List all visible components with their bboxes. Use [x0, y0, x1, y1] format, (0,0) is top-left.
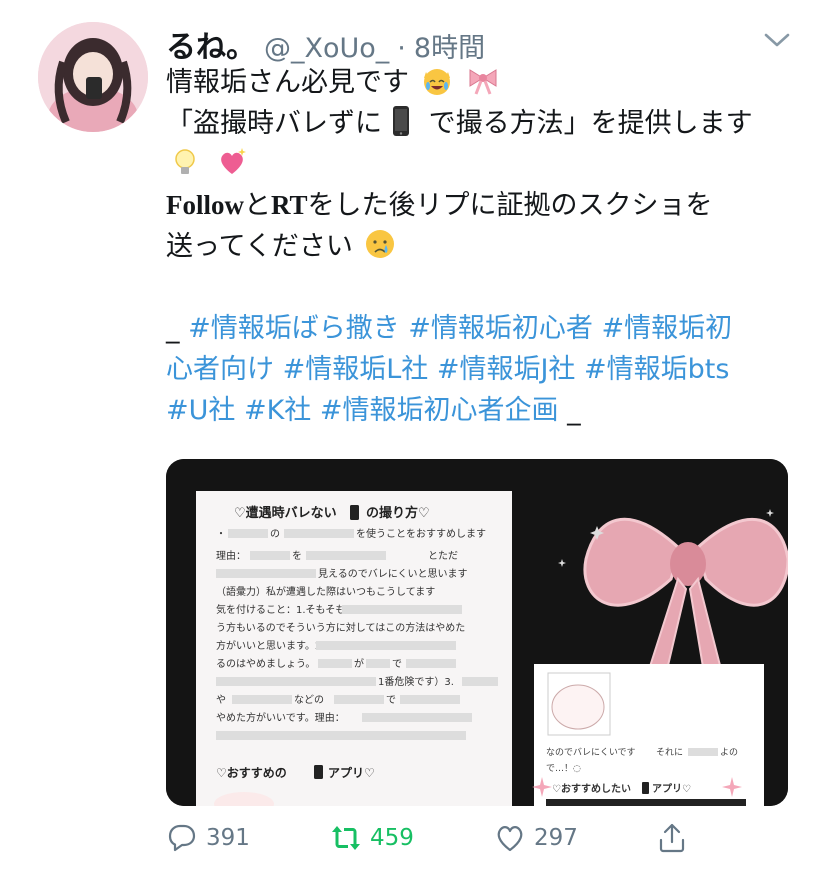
- crying-face-emoji-icon: [364, 228, 396, 260]
- svg-text:気を付けること：1.そもそも: 気を付けること：1.そもそも: [216, 603, 345, 616]
- reply-count: 391: [206, 825, 250, 851]
- text-line-3: [166, 144, 806, 185]
- svg-text:やめた方がいいです。理由：: やめた方がいいです。理由：: [216, 711, 345, 724]
- svg-text:う方もいるのでそういう方に対してはこの方法はやめた: う方もいるのでそういう方に対してはこの方法はやめた: [216, 621, 465, 634]
- tweet-text: 情報垢さん必見です 「盗撮時バレずに で撮る方法」を提供します FollowとR…: [166, 62, 806, 431]
- ribbon-emoji-icon: [467, 64, 499, 96]
- timestamp[interactable]: 8時間: [414, 26, 485, 65]
- svg-text:（語彙力）私が遭遇した際はいつもこうしてます: （語彙力）私が遭遇した際はいつもこうしてます: [216, 585, 435, 598]
- separator-dot: ·: [397, 33, 406, 64]
- svg-text:♡おすすめしたい: ♡おすすめしたい: [552, 783, 631, 795]
- svg-text:が: が: [354, 657, 364, 670]
- svg-text:の: の: [270, 529, 280, 540]
- reply-icon: [168, 824, 196, 852]
- retweet-count: 459: [370, 825, 414, 851]
- svg-text:アプリ♡: アプリ♡: [328, 765, 375, 780]
- text-line-4: FollowとRTをした後リプに証拠のスクショを: [166, 190, 713, 221]
- svg-text:とただ: とただ: [428, 550, 458, 562]
- reply-button[interactable]: 391: [166, 822, 250, 854]
- sparkling-heart-emoji-icon: [216, 146, 248, 178]
- svg-text:や: や: [216, 694, 226, 706]
- tweet-actions: 391 459 297: [166, 822, 806, 860]
- crying-laughing-cat-emoji-icon: [421, 64, 453, 96]
- svg-text:・: ・: [216, 529, 226, 540]
- svg-text:なのでバレにくいです: なのでバレにくいです: [546, 747, 636, 758]
- hashtag-line-3[interactable]: #U社 #K社 #情報垢初心者企画 _: [166, 390, 806, 431]
- avatar-image: [38, 22, 148, 132]
- hashtag-line-1[interactable]: _ #情報垢ばら撒き #情報垢初心者 #情報垢初: [166, 308, 806, 349]
- svg-text:を: を: [292, 550, 302, 562]
- hashtag-line-2[interactable]: 心者向け #情報垢L社 #情報垢J社 #情報垢bts: [166, 349, 806, 390]
- text-line-2: 「盗撮時バレずに で撮る方法」を提供します: [166, 103, 806, 144]
- svg-text:るのはやめましょう。: るのはやめましょう。: [216, 658, 315, 670]
- share-button[interactable]: [656, 822, 688, 854]
- doc-title: ♡遭遇時バレない: [234, 505, 337, 521]
- like-button[interactable]: 297: [494, 822, 578, 854]
- avatar[interactable]: [38, 22, 148, 132]
- text-line-1: 情報垢さん必見です: [166, 62, 806, 103]
- svg-text:よの: よの: [720, 747, 738, 758]
- svg-text:理由：: 理由：: [216, 549, 246, 562]
- retweet-icon: [332, 826, 360, 850]
- svg-text:アプリ♡: アプリ♡: [652, 782, 691, 795]
- caret-down-icon[interactable]: [762, 28, 792, 52]
- mobile-phone-emoji-icon: [385, 105, 417, 137]
- svg-text:見えるのでバレにくいと思います: 見えるのでバレにくいと思います: [318, 568, 468, 580]
- share-icon: [659, 823, 685, 853]
- svg-text:などの: などの: [294, 694, 324, 706]
- svg-text:で: で: [392, 659, 402, 670]
- svg-text:で…！◌: で…！◌: [546, 763, 581, 774]
- light-bulb-emoji-icon: [169, 146, 201, 178]
- hashtags: _ #情報垢ばら撒き #情報垢初心者 #情報垢初 心者向け #情報垢L社 #情報…: [166, 308, 806, 431]
- like-count: 297: [534, 825, 578, 851]
- display-name[interactable]: るね。: [166, 22, 256, 66]
- attached-image-graphic: ♡遭遇時バレない の撮り方♡ ・ の を使うことをおすすめします 理由： を と…: [166, 459, 788, 806]
- svg-text:で: で: [386, 695, 396, 706]
- tweet-header: るね。 @_XoUo_ · 8時間: [166, 22, 485, 65]
- like-icon: [497, 826, 523, 852]
- svg-text:♡おすすめの: ♡おすすめの: [216, 766, 287, 780]
- doc-title-tail: の撮り方♡: [366, 505, 430, 521]
- svg-text:を使うことをおすすめします: を使うことをおすすめします: [356, 527, 486, 540]
- svg-text:1番危険です）3.: 1番危険です）3.: [378, 676, 454, 688]
- svg-text:それに: それに: [656, 747, 683, 758]
- handle[interactable]: @_XoUo_: [264, 33, 389, 64]
- retweet-button[interactable]: 459: [330, 822, 414, 854]
- text-line-5: 送ってください: [166, 226, 806, 267]
- attached-image[interactable]: ♡遭遇時バレない の撮り方♡ ・ の を使うことをおすすめします 理由： を と…: [166, 459, 788, 806]
- svg-text:方がいいと思います。2.: 方がいいと思います。2.: [216, 639, 325, 652]
